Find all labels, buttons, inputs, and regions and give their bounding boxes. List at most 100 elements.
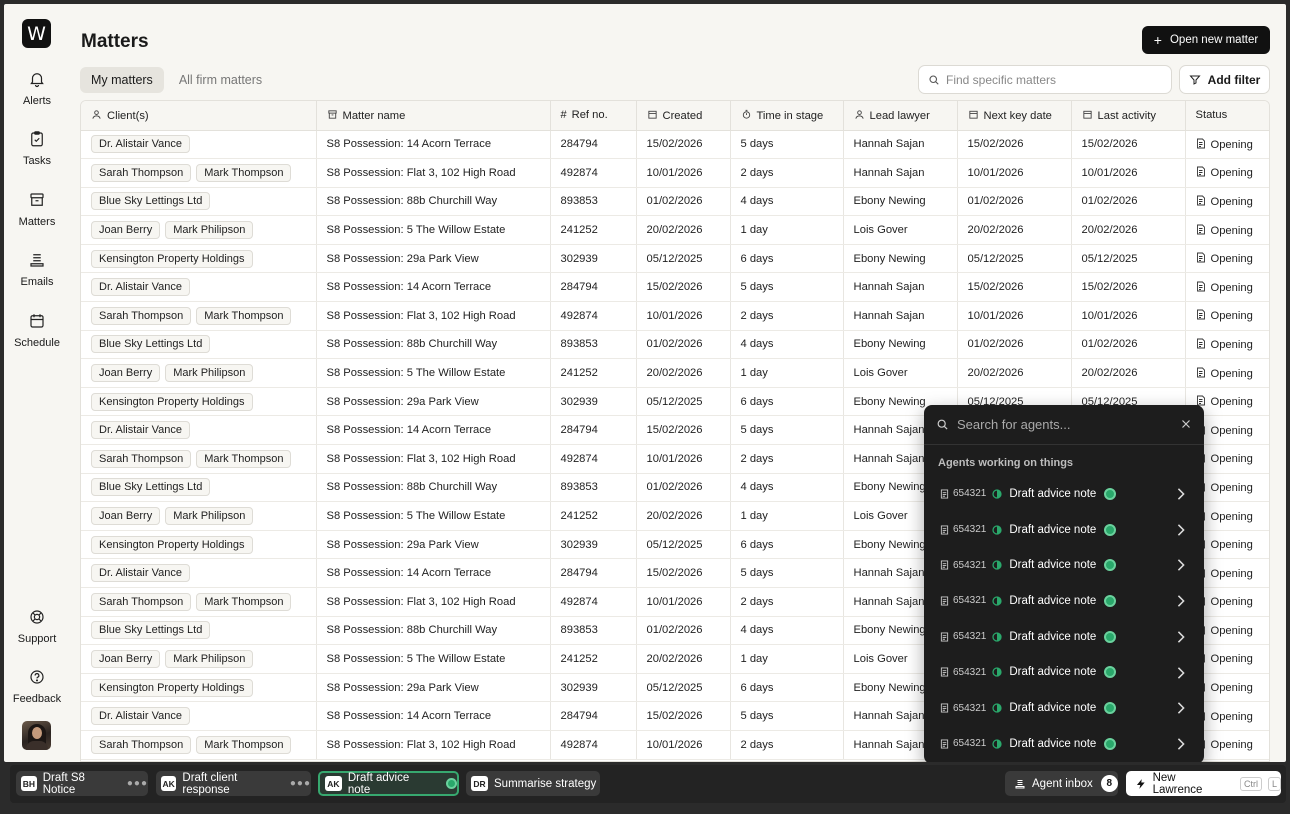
client-chip[interactable]: Mark Thompson: [196, 735, 292, 754]
sidebar-item-feedback[interactable]: Feedback: [4, 668, 70, 705]
table-row[interactable]: Sarah Thompson Mark Thompson S8 Possession…: [81, 301, 1269, 331]
client-chip[interactable]: Sarah Thompson: [91, 735, 192, 754]
sidebar-item-tasks[interactable]: Tasks: [4, 130, 70, 167]
task-summarise-strategy[interactable]: DR Summarise strategy: [466, 771, 600, 796]
table-row[interactable]: Dr. Alistair Vance S8 Possession: 14 Acor…: [81, 272, 1269, 303]
sidebar-item-emails[interactable]: Emails: [4, 251, 70, 288]
column-header-lead-lawyer[interactable]: Lead lawyer: [843, 101, 958, 131]
column-header-created[interactable]: Created: [636, 101, 731, 131]
cell-matter-name[interactable]: S8 Possession: 5 The Willow Estate: [316, 215, 551, 245]
search-input[interactable]: [946, 72, 1166, 87]
table-row[interactable]: Sarah Thompson Mark Thompson S8 Possession…: [81, 158, 1269, 188]
client-chip[interactable]: Dr. Alistair Vance: [91, 564, 190, 583]
sidebar-item-support[interactable]: Support: [4, 608, 70, 645]
table-row[interactable]: Dr. Alistair Vance S8 Possession: 14 Acor…: [81, 130, 1269, 160]
column-header-matter-name[interactable]: Matter name: [316, 101, 551, 131]
client-chip[interactable]: Blue Sky Lettings Ltd: [91, 478, 211, 497]
task-draft-advice-note[interactable]: AK Draft advice note: [318, 771, 459, 796]
close-icon[interactable]: [1180, 418, 1192, 430]
agent-list-item[interactable]: 654321 Draft advice note: [924, 619, 1204, 655]
client-chip[interactable]: Kensington Property Holdings: [91, 678, 253, 697]
client-chip[interactable]: Mark Philipson: [165, 364, 254, 383]
client-chip[interactable]: Sarah Thompson: [91, 306, 192, 325]
avatar[interactable]: [22, 721, 51, 750]
table-row[interactable]: Kensington Property Holdings S8 Possessio…: [81, 244, 1269, 274]
cell-matter-name[interactable]: S8 Possession: 5 The Willow Estate: [316, 644, 551, 674]
agent-list-item[interactable]: 654321 Draft advice note: [924, 476, 1204, 512]
client-chip[interactable]: Sarah Thompson: [91, 449, 192, 468]
cell-matter-name[interactable]: S8 Possession: 29a Park View: [316, 673, 551, 703]
cell-matter-name[interactable]: S8 Possession: 14 Acorn Terrace: [316, 130, 551, 160]
cell-matter-name[interactable]: S8 Possession: 5 The Willow Estate: [316, 501, 551, 531]
table-row[interactable]: Joan Berry Mark Philipson S8 Possession: 5…: [81, 215, 1269, 245]
client-chip[interactable]: Kensington Property Holdings: [91, 249, 253, 268]
agent-list-item[interactable]: 654321 Draft advice note: [924, 726, 1204, 762]
client-chip[interactable]: Dr. Alistair Vance: [91, 278, 190, 297]
cell-matter-name[interactable]: S8 Possession: 14 Acorn Terrace: [316, 272, 551, 303]
cell-matter-name[interactable]: S8 Possession: 88b Churchill Way: [316, 187, 551, 217]
tab-all-firm-matters[interactable]: All firm matters: [168, 67, 273, 93]
client-chip[interactable]: Sarah Thompson: [91, 592, 192, 611]
client-chip[interactable]: Joan Berry: [91, 649, 161, 668]
agent-list-item[interactable]: 654321 Draft advice note: [924, 655, 1204, 691]
client-chip[interactable]: Dr. Alistair Vance: [91, 707, 190, 726]
tab-my-matters[interactable]: My matters: [80, 67, 164, 93]
cell-matter-name[interactable]: S8 Possession: 14 Acorn Terrace: [316, 558, 551, 588]
new-lawrence-button[interactable]: New Lawrence Ctrl L: [1126, 771, 1281, 796]
cell-matter-name[interactable]: S8 Possession: Flat 3, 102 High Road: [316, 444, 551, 474]
table-row[interactable]: Joan Berry Mark Philipson S8 Possession: 5…: [81, 358, 1269, 388]
client-chip[interactable]: Mark Philipson: [165, 507, 254, 526]
agent-search-input[interactable]: [957, 417, 1167, 432]
cell-matter-name[interactable]: S8 Possession: 88b Churchill Way: [316, 473, 551, 503]
column-header-time-in-stage[interactable]: Time in stage: [730, 101, 844, 131]
client-chip[interactable]: Blue Sky Lettings Ltd: [91, 335, 211, 354]
client-chip[interactable]: Mark Thompson: [196, 306, 292, 325]
agent-list-item[interactable]: 654321 Draft advice note: [924, 547, 1204, 583]
add-filter-button[interactable]: Add filter: [1179, 65, 1270, 94]
column-header-status[interactable]: Status: [1185, 101, 1269, 131]
client-chip[interactable]: Kensington Property Holdings: [91, 392, 253, 411]
cell-matter-name[interactable]: S8 Possession: 14 Acorn Terrace: [316, 415, 551, 446]
client-chip[interactable]: Joan Berry: [91, 364, 161, 383]
client-chip[interactable]: Kensington Property Holdings: [91, 535, 253, 554]
agent-list-item[interactable]: 654321 Draft advice note: [924, 512, 1204, 548]
agent-inbox-button[interactable]: Agent inbox 8: [1005, 771, 1118, 796]
column-header-ref-no[interactable]: # Ref no.: [550, 101, 637, 131]
client-chip[interactable]: Joan Berry: [91, 507, 161, 526]
cell-matter-name[interactable]: S8 Possession: Flat 3, 102 High Road: [316, 587, 551, 617]
client-chip[interactable]: Blue Sky Lettings Ltd: [91, 621, 211, 640]
cell-matter-name[interactable]: S8 Possession: 14 Acorn Terrace: [316, 701, 551, 731]
client-chip[interactable]: Joan Berry: [91, 221, 161, 240]
agent-list-item[interactable]: 654321 Draft advice note: [924, 583, 1204, 619]
client-chip[interactable]: Mark Thompson: [196, 592, 292, 611]
cell-matter-name[interactable]: S8 Possession: 88b Churchill Way: [316, 330, 551, 360]
client-chip[interactable]: Mark Philipson: [165, 649, 254, 668]
client-chip[interactable]: Mark Philipson: [165, 221, 254, 240]
cell-matter-name[interactable]: S8 Possession: 88b Churchill Way: [316, 616, 551, 646]
task-draft-s8-notice[interactable]: BH Draft S8 Notice ●●●: [16, 771, 148, 796]
app-logo[interactable]: W: [22, 19, 51, 48]
cell-matter-name[interactable]: S8 Possession: Flat 3, 102 High Road: [316, 730, 551, 760]
sidebar-item-alerts[interactable]: Alerts: [4, 70, 70, 107]
cell-matter-name[interactable]: S8 Possession: 29a Park View: [316, 387, 551, 417]
cell-matter-name[interactable]: S8 Possession: Flat 3, 102 High Road: [316, 158, 551, 188]
table-row[interactable]: Blue Sky Lettings Ltd S8 Possession: 88b …: [81, 187, 1269, 217]
cell-matter-name[interactable]: S8 Possession: 5 The Willow Estate: [316, 358, 551, 388]
client-chip[interactable]: Mark Thompson: [196, 449, 292, 468]
client-chip[interactable]: Sarah Thompson: [91, 163, 192, 182]
client-chip[interactable]: Dr. Alistair Vance: [91, 421, 190, 440]
column-header-clients[interactable]: Client(s): [81, 101, 317, 131]
task-draft-client-response[interactable]: AK Draft client response ●●●: [156, 771, 311, 796]
table-row[interactable]: Blue Sky Lettings Ltd S8 Possession: 88b …: [81, 330, 1269, 360]
column-header-next-key-date[interactable]: Next key date: [957, 101, 1072, 131]
client-chip[interactable]: Blue Sky Lettings Ltd: [91, 192, 211, 211]
open-new-matter-button[interactable]: + Open new matter: [1142, 26, 1270, 54]
client-chip[interactable]: Mark Thompson: [196, 163, 292, 182]
client-chip[interactable]: Dr. Alistair Vance: [91, 135, 190, 154]
sidebar-item-schedule[interactable]: Schedule: [4, 312, 70, 349]
cell-matter-name[interactable]: S8 Possession: Flat 3, 102 High Road: [316, 301, 551, 331]
agent-list-item[interactable]: 654321 Draft advice note: [924, 690, 1204, 726]
cell-matter-name[interactable]: S8 Possession: 29a Park View: [316, 530, 551, 560]
sidebar-item-matters[interactable]: Matters: [4, 191, 70, 228]
cell-matter-name[interactable]: S8 Possession: 29a Park View: [316, 244, 551, 274]
